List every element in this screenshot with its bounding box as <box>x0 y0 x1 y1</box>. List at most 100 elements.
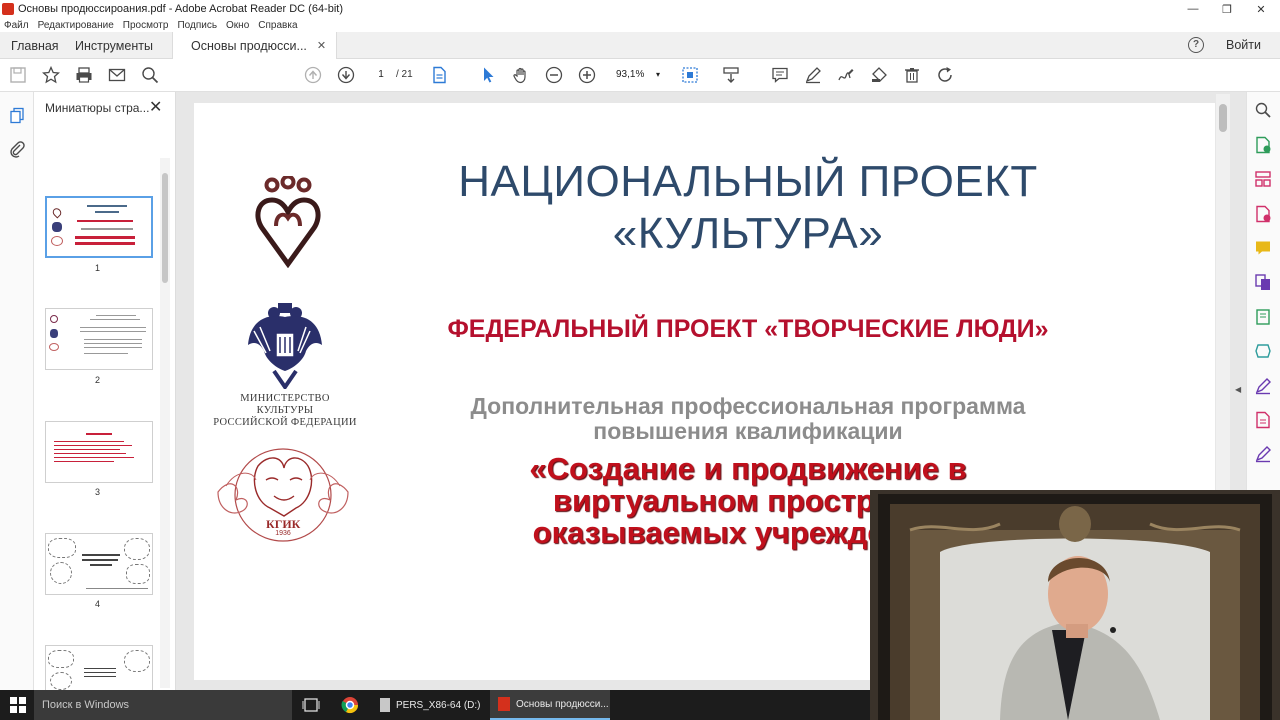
close-panel-icon[interactable]: ✕ <box>149 97 162 117</box>
ministry-line-2: РОССИЙСКОЙ ФЕДЕРАЦИИ <box>213 417 357 428</box>
chrome-icon[interactable] <box>341 696 359 717</box>
menu-sign[interactable]: Подпись <box>177 20 217 31</box>
taskbar-item-drive[interactable]: PERS_X86-64 (D:) <box>372 690 484 720</box>
hand-icon[interactable] <box>511 65 531 85</box>
zoom-out-icon[interactable] <box>544 65 564 85</box>
compress-icon[interactable] <box>1254 342 1272 360</box>
ministry-caption: МИНИСТЕРСТВО КУЛЬТУРЫ РОССИЙСКОЙ ФЕДЕРАЦ… <box>212 393 358 429</box>
signin-button[interactable]: Войти <box>1226 38 1261 52</box>
windows-start-icon[interactable] <box>10 697 26 713</box>
program-line-1: Дополнительная профессиональная программ… <box>470 393 1026 419</box>
menu-file[interactable]: Файл <box>4 20 29 31</box>
edit-pdf-icon[interactable] <box>1254 308 1272 326</box>
menu-window[interactable]: Окно <box>226 20 249 31</box>
maximize-button[interactable]: ❐ <box>1210 0 1244 18</box>
ministry-eagle-emblem-icon <box>248 303 322 389</box>
course-line-1: «Создание и продвижение в <box>529 451 967 486</box>
select-arrow-icon[interactable] <box>478 65 498 85</box>
create-pdf-icon[interactable] <box>1254 205 1272 223</box>
scroll-mode-icon[interactable] <box>721 65 741 85</box>
more-tools-icon[interactable] <box>1254 445 1272 463</box>
taskbar-search-placeholder: Поиск в Windows <box>42 699 130 711</box>
search-icon[interactable] <box>1254 101 1272 119</box>
tab-close-icon[interactable]: ✕ <box>317 39 326 52</box>
thumbnail-number-2: 2 <box>95 375 101 385</box>
minimize-button[interactable]: — <box>1176 0 1210 18</box>
thumbnail-page-5[interactable] <box>45 645 153 690</box>
federal-project-title: ФЕДЕРАЛЬНЫЙ ПРОЕКТ «ТВОРЧЕСКИЕ ЛЮДИ» <box>447 315 1049 343</box>
document-scroll-handle[interactable] <box>1219 104 1227 132</box>
fill-sign-icon[interactable] <box>1254 377 1272 395</box>
thumbnails-scrollbar[interactable] <box>160 158 170 688</box>
national-title-line-2: «КУЛЬТУРА» <box>612 209 884 258</box>
program-subtitle: Дополнительная профессиональная программ… <box>410 394 1086 444</box>
comment-tool-icon[interactable] <box>1254 239 1272 257</box>
zoom-value: 93,1% <box>616 69 645 80</box>
thumbnail-page-2[interactable] <box>45 308 153 370</box>
thumbnails-panel-title: Миниатюры стра... <box>45 101 150 115</box>
ministry-line-1: МИНИСТЕРСТВО КУЛЬТУРЫ <box>240 393 330 416</box>
tab-tools[interactable]: Инструменты <box>75 32 153 59</box>
task-view-icon[interactable] <box>302 697 320 716</box>
page-up-icon[interactable] <box>303 65 323 85</box>
comment-icon[interactable] <box>770 65 790 85</box>
window-title: Основы продюссироания.pdf - Adobe Acroba… <box>18 3 344 15</box>
menu-edit[interactable]: Редактирование <box>38 20 114 31</box>
combine-files-icon[interactable] <box>1254 273 1272 291</box>
left-navigation-rail <box>0 92 34 690</box>
thumbnail-page-3[interactable] <box>45 421 153 483</box>
taskbar-item-drive-label: PERS_X86-64 (D:) <box>396 699 481 711</box>
taskbar-item-acrobat-label: Основы продюсси... <box>516 698 609 710</box>
title-bar: Основы продюссироания.pdf - Adobe Acroba… <box>0 0 1280 18</box>
thumbnails-panel: Миниатюры стра... ✕ 1 2 3 4 <box>34 92 176 690</box>
menu-view[interactable]: Просмотр <box>123 20 169 31</box>
fit-page-icon[interactable] <box>680 65 700 85</box>
culture-project-logo-icon <box>255 176 321 268</box>
tab-document-label: Основы продюсси... <box>191 38 307 53</box>
print-icon[interactable] <box>74 65 94 85</box>
help-icon[interactable]: ? <box>1188 37 1204 53</box>
zoom-in-icon[interactable] <box>577 65 597 85</box>
export-pdf-icon[interactable] <box>1254 136 1272 154</box>
tab-home[interactable]: Главная <box>11 32 59 59</box>
page-view-icon[interactable] <box>429 65 449 85</box>
kgik-year: 1936 <box>275 530 291 537</box>
presenter-video-frame <box>870 490 1280 720</box>
national-title-line-1: НАЦИОНАЛЬНЫЙ ПРОЕКТ <box>458 157 1038 206</box>
webcam-video-overlay <box>870 490 1280 720</box>
page-total: / 21 <box>396 69 413 80</box>
protect-icon[interactable] <box>1254 411 1272 429</box>
acrobat-logo-icon <box>2 3 14 15</box>
highlight-pen-icon[interactable] <box>803 65 823 85</box>
thumbnail-number-1: 1 <box>95 263 101 273</box>
rotate-icon[interactable] <box>935 65 955 85</box>
acrobat-taskbar-icon <box>498 697 510 711</box>
stamp-icon[interactable] <box>869 65 889 85</box>
thumbnails-scroll-handle[interactable] <box>162 173 168 283</box>
delete-icon[interactable] <box>902 65 922 85</box>
usb-drive-icon <box>380 698 390 712</box>
save-icon[interactable] <box>8 65 28 85</box>
thumbnail-page-1[interactable] <box>45 196 153 258</box>
zoom-select[interactable]: 93,1% ▾ <box>608 66 664 84</box>
organize-pages-icon[interactable] <box>1254 170 1272 188</box>
bookmark-star-icon[interactable] <box>41 65 61 85</box>
email-icon[interactable] <box>107 65 127 85</box>
tab-document[interactable]: Основы продюсси... ✕ <box>172 32 338 59</box>
taskbar-item-acrobat[interactable]: Основы продюсси... <box>490 690 610 720</box>
thumbnail-page-4[interactable] <box>45 533 153 595</box>
page-number-input[interactable]: 1 <box>366 66 396 84</box>
national-project-title: НАЦИОНАЛЬНЫЙ ПРОЕКТ «КУЛЬТУРА» <box>440 156 1056 260</box>
menu-help[interactable]: Справка <box>258 20 297 31</box>
search-zoom-icon[interactable] <box>140 65 160 85</box>
collapse-right-panel-icon[interactable]: ◀ <box>1235 385 1241 394</box>
sign-icon[interactable] <box>836 65 856 85</box>
chevron-down-icon: ▾ <box>655 70 660 79</box>
tab-bar: Главная Инструменты Основы продюсси... ✕ <box>0 32 1280 59</box>
thumbnail-number-4: 4 <box>95 599 101 609</box>
close-window-button[interactable]: ✕ <box>1244 0 1278 18</box>
attachment-icon[interactable] <box>8 140 26 161</box>
page-thumbnails-icon[interactable] <box>8 107 26 128</box>
menu-bar: Файл Редактирование Просмотр Подпись Окн… <box>0 18 1280 32</box>
page-down-icon[interactable] <box>336 65 356 85</box>
